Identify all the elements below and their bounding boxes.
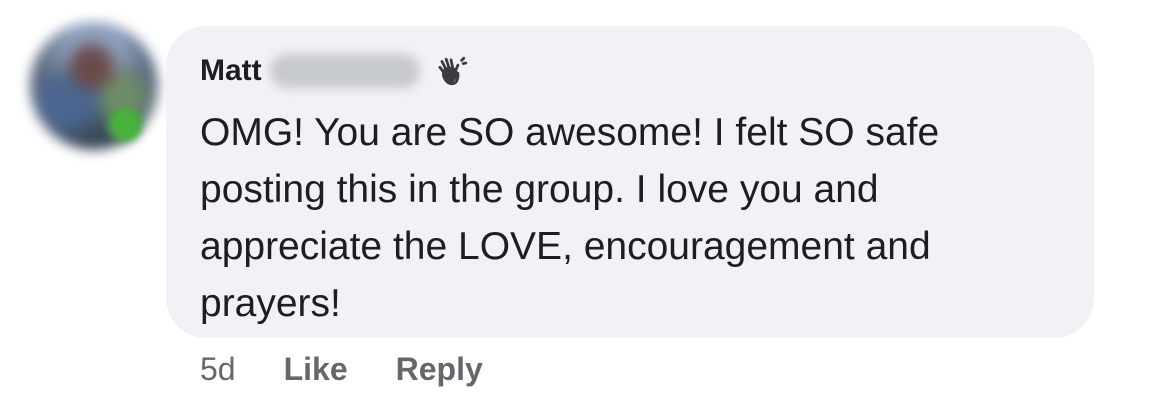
comment: Matt OMG! You are SO awesome! I felt SO … [0, 0, 1176, 407]
author-row: Matt [200, 50, 468, 92]
like-button[interactable]: Like [284, 351, 348, 388]
comment-text: OMG! You are SO awesome! I felt SO safe … [200, 111, 940, 325]
redacted-surname [269, 54, 420, 88]
comment-timestamp[interactable]: 5d [200, 351, 236, 388]
online-status-dot [108, 108, 142, 142]
comment-actions: 5d Like Reply [200, 348, 531, 390]
waving-hand-icon[interactable] [434, 54, 468, 88]
author-name[interactable]: Matt [200, 50, 262, 92]
reply-button[interactable]: Reply [396, 351, 483, 388]
